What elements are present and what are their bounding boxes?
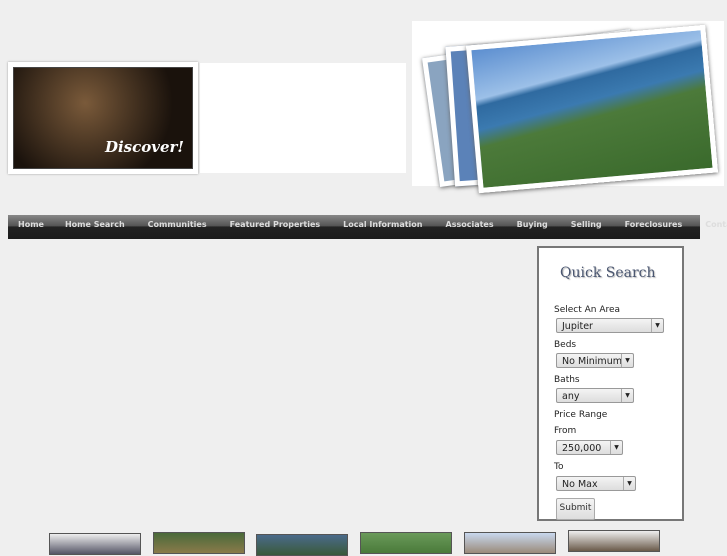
nav-selling[interactable]: Selling (571, 220, 602, 229)
price-range-label: Price Range (554, 410, 608, 420)
baths-label: Baths (554, 375, 580, 385)
area-value: Jupiter (562, 321, 593, 332)
property-thumbnail[interactable] (49, 533, 141, 555)
chevron-down-icon: ▼ (623, 477, 635, 490)
nav-local-information[interactable]: Local Information (343, 220, 422, 229)
nav-foreclosures[interactable]: Foreclosures (625, 220, 683, 229)
from-value: 250,000 (562, 443, 602, 454)
chevron-down-icon: ▼ (621, 389, 633, 402)
baths-select[interactable]: any ▼ (556, 388, 634, 403)
from-select[interactable]: 250,000 ▼ (556, 440, 623, 455)
nav-contact[interactable]: Contact (705, 220, 727, 229)
discover-text: Discover! (104, 138, 184, 156)
property-thumbnail[interactable] (568, 530, 660, 552)
chevron-down-icon: ▼ (651, 319, 663, 332)
property-thumbnail[interactable] (360, 532, 452, 554)
beds-select[interactable]: No Minimum ▼ (556, 353, 634, 368)
to-value: No Max (562, 479, 598, 490)
property-thumbnail[interactable] (464, 532, 556, 554)
header-banner (200, 63, 406, 173)
nav-home-search[interactable]: Home Search (65, 220, 125, 229)
property-thumbnail[interactable] (153, 532, 245, 554)
quick-search-panel: Quick Search Select An Area Jupiter ▼ Bed… (537, 246, 684, 521)
from-label: From (554, 426, 577, 436)
nav-associates[interactable]: Associates (446, 220, 494, 229)
nav-buying[interactable]: Buying (517, 220, 548, 229)
quick-search-title: Quick Search (560, 265, 656, 281)
nav-communities[interactable]: Communities (148, 220, 207, 229)
main-nav: Home Home Search Communities Featured Pr… (8, 215, 727, 239)
beds-value: No Minimum (562, 356, 622, 367)
discover-image: Discover! (8, 62, 198, 174)
photo-collage (412, 21, 724, 194)
nav-featured-properties[interactable]: Featured Properties (230, 220, 321, 229)
to-label: To (554, 462, 564, 472)
chevron-down-icon: ▼ (610, 441, 622, 454)
nav-home[interactable]: Home (18, 220, 44, 229)
baths-value: any (562, 391, 580, 402)
beds-label: Beds (554, 340, 577, 350)
chevron-down-icon: ▼ (621, 354, 633, 367)
area-label: Select An Area (554, 305, 621, 315)
to-select[interactable]: No Max ▼ (556, 476, 636, 491)
area-select[interactable]: Jupiter ▼ (556, 318, 664, 333)
submit-button[interactable]: Submit (556, 498, 595, 520)
property-thumbnail[interactable] (256, 534, 348, 556)
